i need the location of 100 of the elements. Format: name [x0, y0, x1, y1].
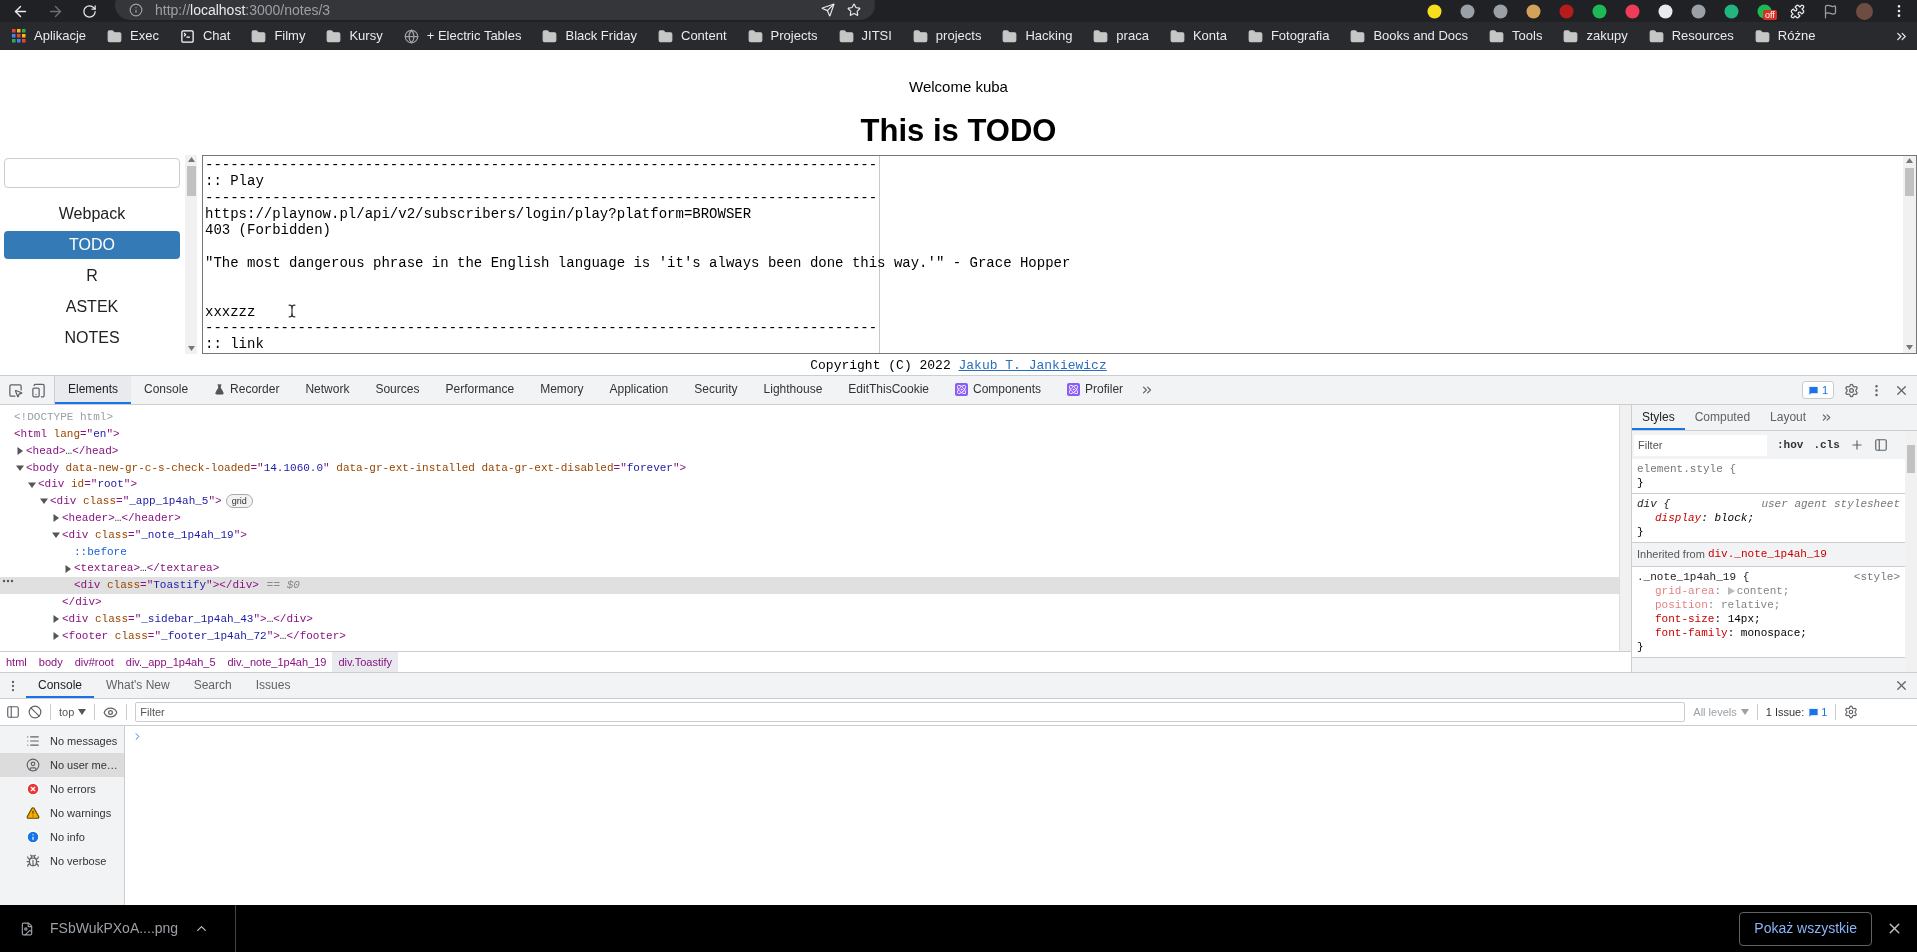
eye-icon[interactable] [103, 704, 119, 720]
console-filter-item[interactable]: No errors [0, 777, 124, 801]
bookmark-link[interactable]: + Electric Tables [403, 26, 522, 46]
download-filename[interactable]: FSbWukPXoA....png [50, 918, 179, 939]
bookmark-link[interactable]: Content [658, 26, 727, 46]
devtools-tab[interactable]: Network [292, 376, 363, 404]
node-text[interactable]: <div id="root"> [38, 476, 138, 493]
issues-button[interactable]: 1 Issue: 1 [1765, 703, 1828, 721]
node-text[interactable]: <div class="_note_1p4ah_19"> [62, 526, 247, 544]
reload-icon[interactable] [82, 3, 97, 19]
style-toggle-button[interactable]: .cls [1813, 436, 1840, 454]
scroll-down-arrow-icon[interactable] [1906, 344, 1913, 351]
devtools-tab[interactable]: Application [596, 376, 682, 404]
drawer-tab[interactable]: Console [26, 673, 95, 698]
devtools-tab[interactable]: Recorder [201, 376, 293, 404]
close-icon[interactable] [1894, 678, 1909, 693]
breadcrumb-item[interactable]: html [0, 652, 33, 672]
bookmark-link[interactable]: Konta [1169, 26, 1227, 46]
collapsed-triangle-icon[interactable] [52, 631, 60, 640]
settings-icon[interactable] [1844, 705, 1859, 719]
node-text[interactable]: <div class="_app_1p4ah_5"> [50, 493, 222, 510]
breadcrumb-item[interactable]: div.Toastify [332, 652, 398, 672]
devtools-tab[interactable]: Security [681, 376, 751, 404]
node-text[interactable]: <textarea>…</textarea> [74, 560, 220, 577]
node-text[interactable]: <div class="Toastify"></div> [74, 577, 259, 594]
collapsed-triangle-icon[interactable] [52, 614, 60, 623]
issues-badge[interactable]: 1 [1801, 381, 1834, 399]
bookmark-link[interactable]: Chat [179, 26, 231, 46]
devtools-tab[interactable]: Console [131, 376, 202, 404]
scroll-up-arrow-icon[interactable] [187, 156, 195, 163]
send-icon[interactable] [821, 3, 835, 17]
scrollbar-thumb[interactable] [186, 165, 196, 196]
devtools-tab[interactable]: Sources [362, 376, 433, 404]
grid-badge[interactable]: grid [225, 494, 253, 509]
flag-icon[interactable] [1823, 3, 1838, 19]
more-dots-icon[interactable] [2, 578, 14, 583]
inspect-icon[interactable] [8, 382, 23, 398]
bookmark-link[interactable]: Books and Docs [1350, 26, 1469, 46]
bookmark-link[interactable]: Projects [747, 26, 818, 46]
sidebar-item[interactable]: R [4, 261, 180, 290]
device-icon[interactable] [31, 382, 46, 398]
extension-icon[interactable] [1724, 3, 1739, 19]
extension-icon[interactable] [1460, 3, 1475, 19]
breadcrumb-item[interactable]: div._app_1p4ah_5 [119, 652, 222, 672]
search-field[interactable] [4, 157, 180, 188]
bookmark-link[interactable]: Fotografia [1247, 26, 1330, 46]
extension-icon[interactable] [1592, 3, 1607, 19]
extension-icon[interactable] [1658, 3, 1673, 19]
closing-tag-text[interactable]: </div> [62, 593, 102, 611]
console-filter-item[interactable]: No user me… [0, 753, 124, 777]
drawer-tab[interactable]: Issues [243, 673, 303, 698]
drawer-tab[interactable]: Search [181, 673, 244, 698]
address-bar[interactable]: http://localhost:3000/notes/3 [115, 0, 875, 20]
collapsed-triangle-icon[interactable] [16, 447, 24, 455]
bookmark-link[interactable]: JITSI [838, 26, 892, 46]
collapsed-triangle-icon[interactable] [64, 564, 72, 573]
sidebar-toggle-icon[interactable] [1873, 438, 1888, 452]
devtools-tab[interactable]: Profiler [1054, 376, 1137, 404]
devtools-tab[interactable]: Lighthouse [750, 376, 836, 404]
devtools-tab[interactable]: Components [942, 376, 1055, 404]
bookmark-link[interactable]: Resources [1648, 26, 1734, 46]
bookmark-link[interactable]: praca [1093, 26, 1149, 46]
devtools-tab[interactable]: Elements [55, 376, 132, 404]
scrollbar[interactable] [1903, 155, 1916, 353]
devtools-tab[interactable]: Memory [527, 376, 597, 404]
bookmark-link[interactable]: Hacking [1002, 26, 1073, 46]
bookmark-link[interactable]: Kursy [326, 26, 383, 46]
style-property[interactable]: font-family: monospace; [1637, 626, 1900, 640]
scrollbar-thumb[interactable] [1905, 167, 1914, 196]
note-textarea[interactable] [202, 154, 1917, 354]
rule-source[interactable]: <style> [1853, 570, 1900, 584]
scroll-up-arrow-icon[interactable] [1906, 157, 1913, 164]
filter-field[interactable]: Filter [1634, 434, 1767, 456]
node-text[interactable]: ::before [74, 543, 127, 560]
sidebar-item[interactable]: Webpack [4, 199, 180, 228]
bookmark-link[interactable]: zakupy [1563, 26, 1628, 46]
scrollbar[interactable] [1619, 405, 1631, 651]
style-property[interactable]: display: block; [1637, 511, 1900, 525]
sidebar-item[interactable]: NOTES [4, 323, 180, 352]
extension-icon[interactable] [1691, 3, 1706, 19]
sidebar-toggle-icon[interactable] [6, 705, 20, 719]
collapsed-triangle-icon[interactable] [52, 514, 60, 523]
extension-icon[interactable] [1526, 3, 1541, 19]
breadcrumb-item[interactable]: div#root [68, 652, 120, 672]
bookmark-link[interactable]: Aplikacje [12, 26, 87, 46]
sidebar-item[interactable]: TODO [4, 230, 180, 259]
expanded-triangle-icon[interactable] [52, 530, 60, 539]
clear-icon[interactable] [28, 705, 42, 719]
styles-tab[interactable]: Layout [1760, 405, 1817, 430]
star-icon[interactable] [847, 3, 861, 17]
bookmark-link[interactable]: Exec [107, 26, 159, 46]
bookmark-link[interactable]: Black Friday [542, 26, 637, 46]
node-text[interactable]: <div class="_sidebar_1p4ah_43">…</div> [62, 610, 313, 628]
scrollbar[interactable] [1905, 431, 1917, 672]
style-property[interactable]: font-size: 14px; [1637, 612, 1900, 626]
devtools-tab[interactable]: EditThisCookie [835, 376, 942, 404]
scrollbar-thumb[interactable] [1907, 445, 1915, 473]
scrollbar[interactable] [185, 154, 197, 354]
bookmark-link[interactable]: Filmy [251, 26, 306, 46]
bookmark-link[interactable]: Różne [1754, 26, 1816, 46]
